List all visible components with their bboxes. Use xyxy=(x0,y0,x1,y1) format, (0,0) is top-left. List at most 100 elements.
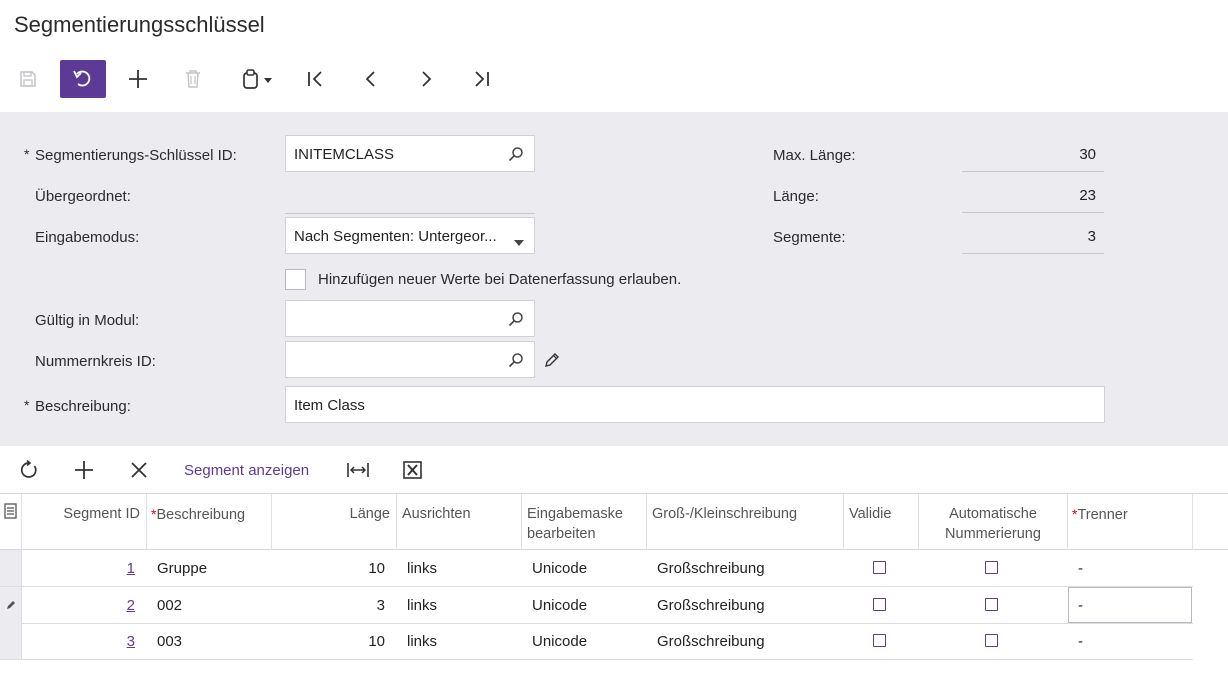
grid-delete-button[interactable] xyxy=(130,458,148,482)
row-selector[interactable] xyxy=(0,550,22,586)
col-case-label: Groß-/Kleinschreibung xyxy=(652,506,798,522)
length-underline xyxy=(962,212,1104,213)
grid-add-button[interactable] xyxy=(74,458,94,482)
plus-icon xyxy=(75,461,93,479)
description-value: Item Class xyxy=(294,397,365,414)
close-icon xyxy=(131,462,147,478)
input-mode-label: Eingabemodus: xyxy=(35,229,140,246)
clipboard-button[interactable] xyxy=(232,60,282,98)
col-length[interactable]: Länge xyxy=(272,494,397,550)
align-cell: links xyxy=(407,633,438,650)
search-icon[interactable] xyxy=(508,311,524,331)
valid-in-module-label: Gültig in Modul: xyxy=(35,312,140,329)
delete-button[interactable] xyxy=(170,60,216,98)
row-selector-header xyxy=(0,494,22,550)
row-selector[interactable] xyxy=(0,587,22,623)
segments-value: 3 xyxy=(1087,228,1096,245)
case-cell: Großschreibung xyxy=(657,597,765,614)
col-edit-mask-label-1: Eingabemaske xyxy=(527,506,623,522)
description-label: Beschreibung: xyxy=(35,398,131,415)
numbering-id-field[interactable] xyxy=(285,341,535,378)
allow-new-values-checkbox[interactable] xyxy=(285,269,306,290)
col-align[interactable]: Ausrichten xyxy=(397,494,522,550)
main-toolbar xyxy=(0,60,1228,98)
col-edit-mask-label-2: bearbeiten xyxy=(527,526,596,542)
excel-export-button[interactable] xyxy=(403,458,422,482)
excel-export-icon xyxy=(403,461,422,479)
edit-mask-cell: Unicode xyxy=(532,560,588,577)
add-button[interactable] xyxy=(115,60,161,98)
separator-cell: - xyxy=(1078,597,1083,614)
max-length-underline xyxy=(962,171,1104,172)
validate-checkbox[interactable] xyxy=(873,598,886,611)
page-title: Segmentierungsschlüssel xyxy=(14,12,265,37)
auto-numbering-checkbox[interactable] xyxy=(985,634,998,647)
input-mode-value: Nach Segmenten: Untergeor... xyxy=(294,228,497,245)
col-description[interactable]: *Beschreibung xyxy=(147,494,272,550)
chevron-down-icon xyxy=(514,233,524,250)
length-label: Länge: xyxy=(773,188,819,205)
col-validate[interactable]: Validie xyxy=(844,494,919,550)
parent-field xyxy=(285,213,535,214)
files-icon xyxy=(4,503,17,519)
search-icon[interactable] xyxy=(508,352,524,372)
pencil-icon xyxy=(7,601,15,609)
col-description-label: Beschreibung xyxy=(156,507,246,523)
col-separator[interactable]: *Trenner xyxy=(1068,494,1193,550)
table-row[interactable]: 3 003 10 links Unicode Großschreibung - xyxy=(0,623,1193,660)
validate-checkbox[interactable] xyxy=(873,634,886,647)
first-record-button[interactable] xyxy=(293,60,339,98)
col-edit-mask[interactable]: Eingabemaske bearbeiten xyxy=(522,494,647,550)
refresh-button[interactable] xyxy=(19,458,39,482)
auto-numbering-checkbox[interactable] xyxy=(985,598,998,611)
separator-input[interactable]: - xyxy=(1068,587,1192,623)
last-record-button[interactable] xyxy=(458,60,504,98)
validate-checkbox[interactable] xyxy=(873,561,886,574)
col-segment-id-label: Segment ID xyxy=(63,506,140,522)
show-segment-label: Segment anzeigen xyxy=(184,461,310,479)
col-length-label: Länge xyxy=(349,506,390,522)
undo-icon xyxy=(73,70,91,87)
max-length-label: Max. Länge: xyxy=(773,147,856,164)
col-case[interactable]: Groß-/Kleinschreibung xyxy=(647,494,844,550)
form-panel: * Segmentierungs-Schlüssel ID: INITEMCLA… xyxy=(0,112,1228,446)
save-icon xyxy=(20,71,36,87)
separator-cell[interactable]: - xyxy=(1078,633,1083,650)
parent-label: Übergeordnet: xyxy=(35,188,131,205)
show-segment-button[interactable]: Segment anzeigen xyxy=(184,458,309,482)
col-segment-id[interactable]: Segment ID xyxy=(22,494,147,550)
table-row[interactable]: 2 002 3 links Unicode Großschreibung - xyxy=(0,587,1193,624)
clipboard-icon xyxy=(243,69,272,89)
col-auto-numbering-label-1: Automatische xyxy=(949,506,1037,522)
segment-id-link[interactable]: 3 xyxy=(22,633,135,650)
previous-record-button[interactable] xyxy=(348,60,394,98)
separator-cell[interactable]: - xyxy=(1078,560,1083,577)
case-cell: Großschreibung xyxy=(657,633,765,650)
pencil-icon[interactable] xyxy=(544,352,560,373)
col-auto-numbering[interactable]: Automatische Nummerierung xyxy=(919,494,1068,550)
edit-mask-cell: Unicode xyxy=(532,597,588,614)
valid-in-module-field[interactable] xyxy=(285,300,535,337)
case-cell: Großschreibung xyxy=(657,560,765,577)
previous-record-icon xyxy=(365,71,375,87)
fit-columns-button[interactable] xyxy=(346,458,370,482)
next-record-icon xyxy=(422,71,432,87)
edit-mask-cell: Unicode xyxy=(532,633,588,650)
description-field[interactable]: Item Class xyxy=(285,386,1105,423)
save-button[interactable] xyxy=(5,60,51,98)
grid-header: Segment ID *Beschreibung Länge Ausrichte… xyxy=(0,493,1228,550)
segment-id-link[interactable]: 2 xyxy=(22,597,135,614)
col-validate-label: Validie xyxy=(849,506,892,522)
next-record-button[interactable] xyxy=(403,60,449,98)
segment-id-link[interactable]: 1 xyxy=(22,560,135,577)
length-value: 23 xyxy=(1079,187,1096,204)
length-cell: 10 xyxy=(368,633,385,650)
search-icon[interactable] xyxy=(508,146,524,166)
row-selector[interactable] xyxy=(0,623,22,659)
auto-numbering-checkbox[interactable] xyxy=(985,561,998,574)
col-separator-label: Trenner xyxy=(1077,507,1128,523)
undo-button[interactable] xyxy=(60,60,106,98)
table-row[interactable]: 1 Gruppe 10 links Unicode Großschreibung… xyxy=(0,550,1193,587)
input-mode-select[interactable]: Nach Segmenten: Untergeor... xyxy=(285,217,535,254)
segment-key-id-field[interactable]: INITEMCLASS xyxy=(285,135,535,172)
